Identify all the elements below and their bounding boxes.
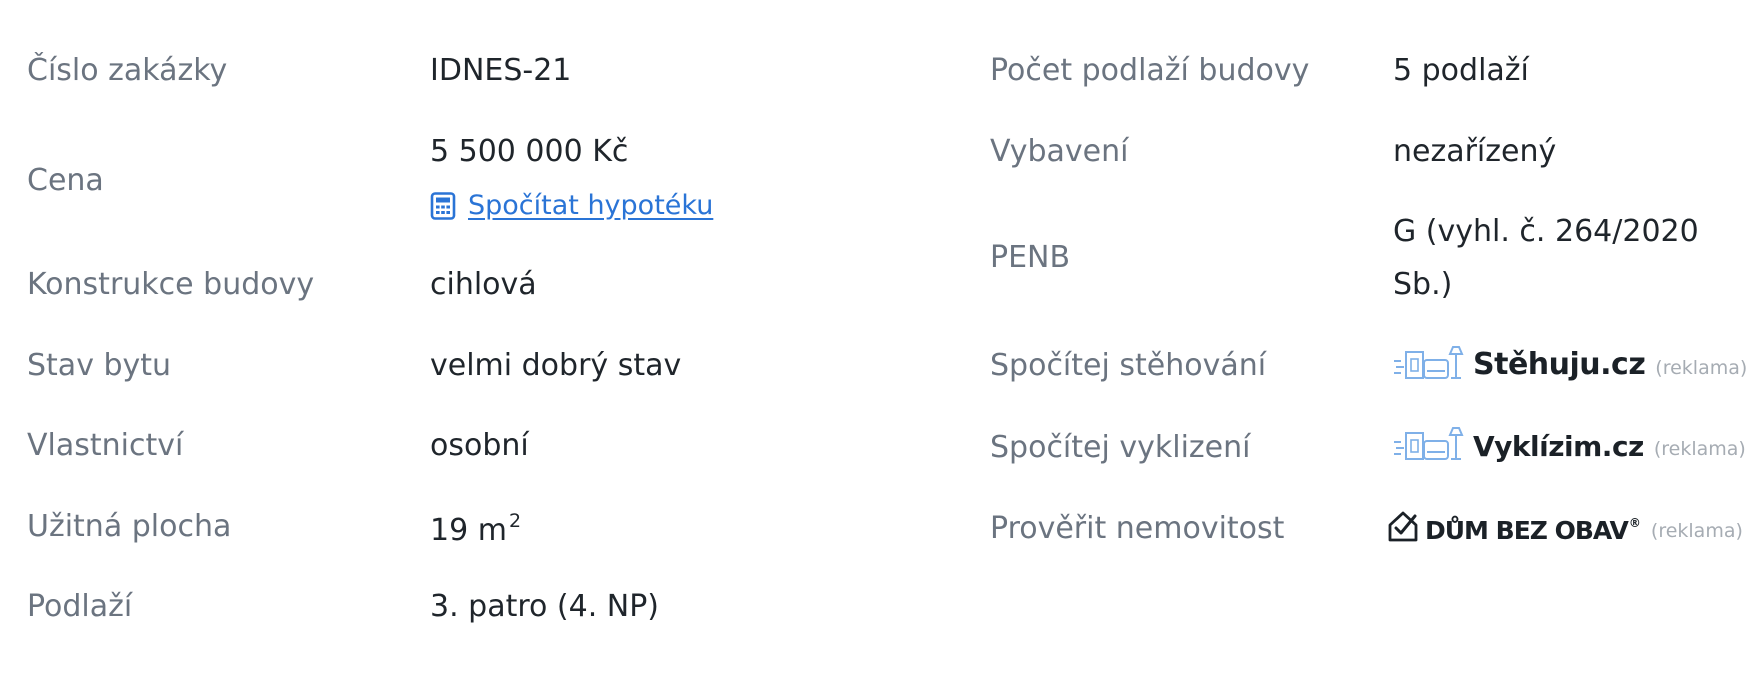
moving-ad-link[interactable]: Stěhuju.cz (reklama) — [1393, 344, 1747, 380]
house-check-icon — [1388, 511, 1418, 542]
clearing-ad-note: (reklama) — [1653, 438, 1746, 460]
building-floors-label: Počet podlaží budovy — [990, 53, 1310, 88]
verify-ad-link[interactable]: DŮM BEZ OBAV® (reklama) — [1386, 509, 1743, 543]
verify-ad-note: (reklama) — [1650, 520, 1743, 542]
dum-bez-obav-brand: DŮM BEZ OBAV — [1425, 516, 1629, 545]
stehuju-logo-text: Stěhuju.cz — [1473, 347, 1646, 382]
building-floors-value: 5 podlaží — [1393, 53, 1529, 88]
price-label: Cena — [27, 163, 104, 198]
moving-van-icon — [1394, 427, 1464, 460]
calculator-icon — [430, 191, 456, 220]
condition-value: velmi dobrý stav — [430, 348, 682, 383]
price-value: 5 500 000 Kč — [430, 134, 629, 169]
area-label: Užitná plocha — [27, 509, 232, 544]
clearing-ad-link[interactable]: Vyklízim.cz (reklama) — [1393, 425, 1746, 461]
area-number: 19 m — [430, 513, 507, 548]
ownership-label: Vlastnictví — [27, 428, 184, 463]
penb-label: PENB — [990, 240, 1071, 275]
construction-value: cihlová — [430, 267, 537, 302]
registered-mark: ® — [1628, 516, 1641, 530]
furnishing-label: Vybavení — [990, 134, 1129, 169]
furnishing-value: nezařízený — [1393, 134, 1557, 169]
moving-van-icon — [1394, 346, 1464, 379]
condition-label: Stav bytu — [27, 348, 172, 383]
floor-value: 3. patro (4. NP) — [430, 589, 660, 624]
moving-label: Spočítej stěhování — [990, 348, 1267, 383]
penb-value-line1: G (vyhl. č. 264/2020 — [1393, 214, 1699, 249]
moving-ad-note: (reklama) — [1655, 357, 1748, 379]
clearing-label: Spočítej vyklizení — [990, 430, 1251, 465]
dum-bez-obav-logo-text: DŮM BEZ OBAV® — [1425, 517, 1641, 543]
verify-label: Prověřit nemovitost — [990, 511, 1285, 546]
area-unit-exponent: 2 — [508, 510, 522, 532]
floor-label: Podlaží — [27, 589, 133, 624]
mortgage-calculator-link-text[interactable]: Spočítat hypotéku — [468, 190, 713, 221]
mortgage-calculator-link[interactable]: Spočítat hypotéku — [430, 190, 713, 221]
order-number-label: Číslo zakázky — [27, 53, 228, 88]
ownership-value: osobní — [430, 428, 529, 463]
area-value: 19 m2 — [430, 512, 521, 546]
penb-value-line2: Sb.) — [1393, 267, 1453, 302]
order-number-value: IDNES-21 — [430, 53, 572, 88]
property-details: Číslo zakázky IDNES-21 Cena 5 500 000 Kč… — [0, 0, 1760, 681]
vyklizim-logo-text: Vyklízim.cz — [1473, 430, 1644, 463]
construction-label: Konstrukce budovy — [27, 267, 315, 302]
